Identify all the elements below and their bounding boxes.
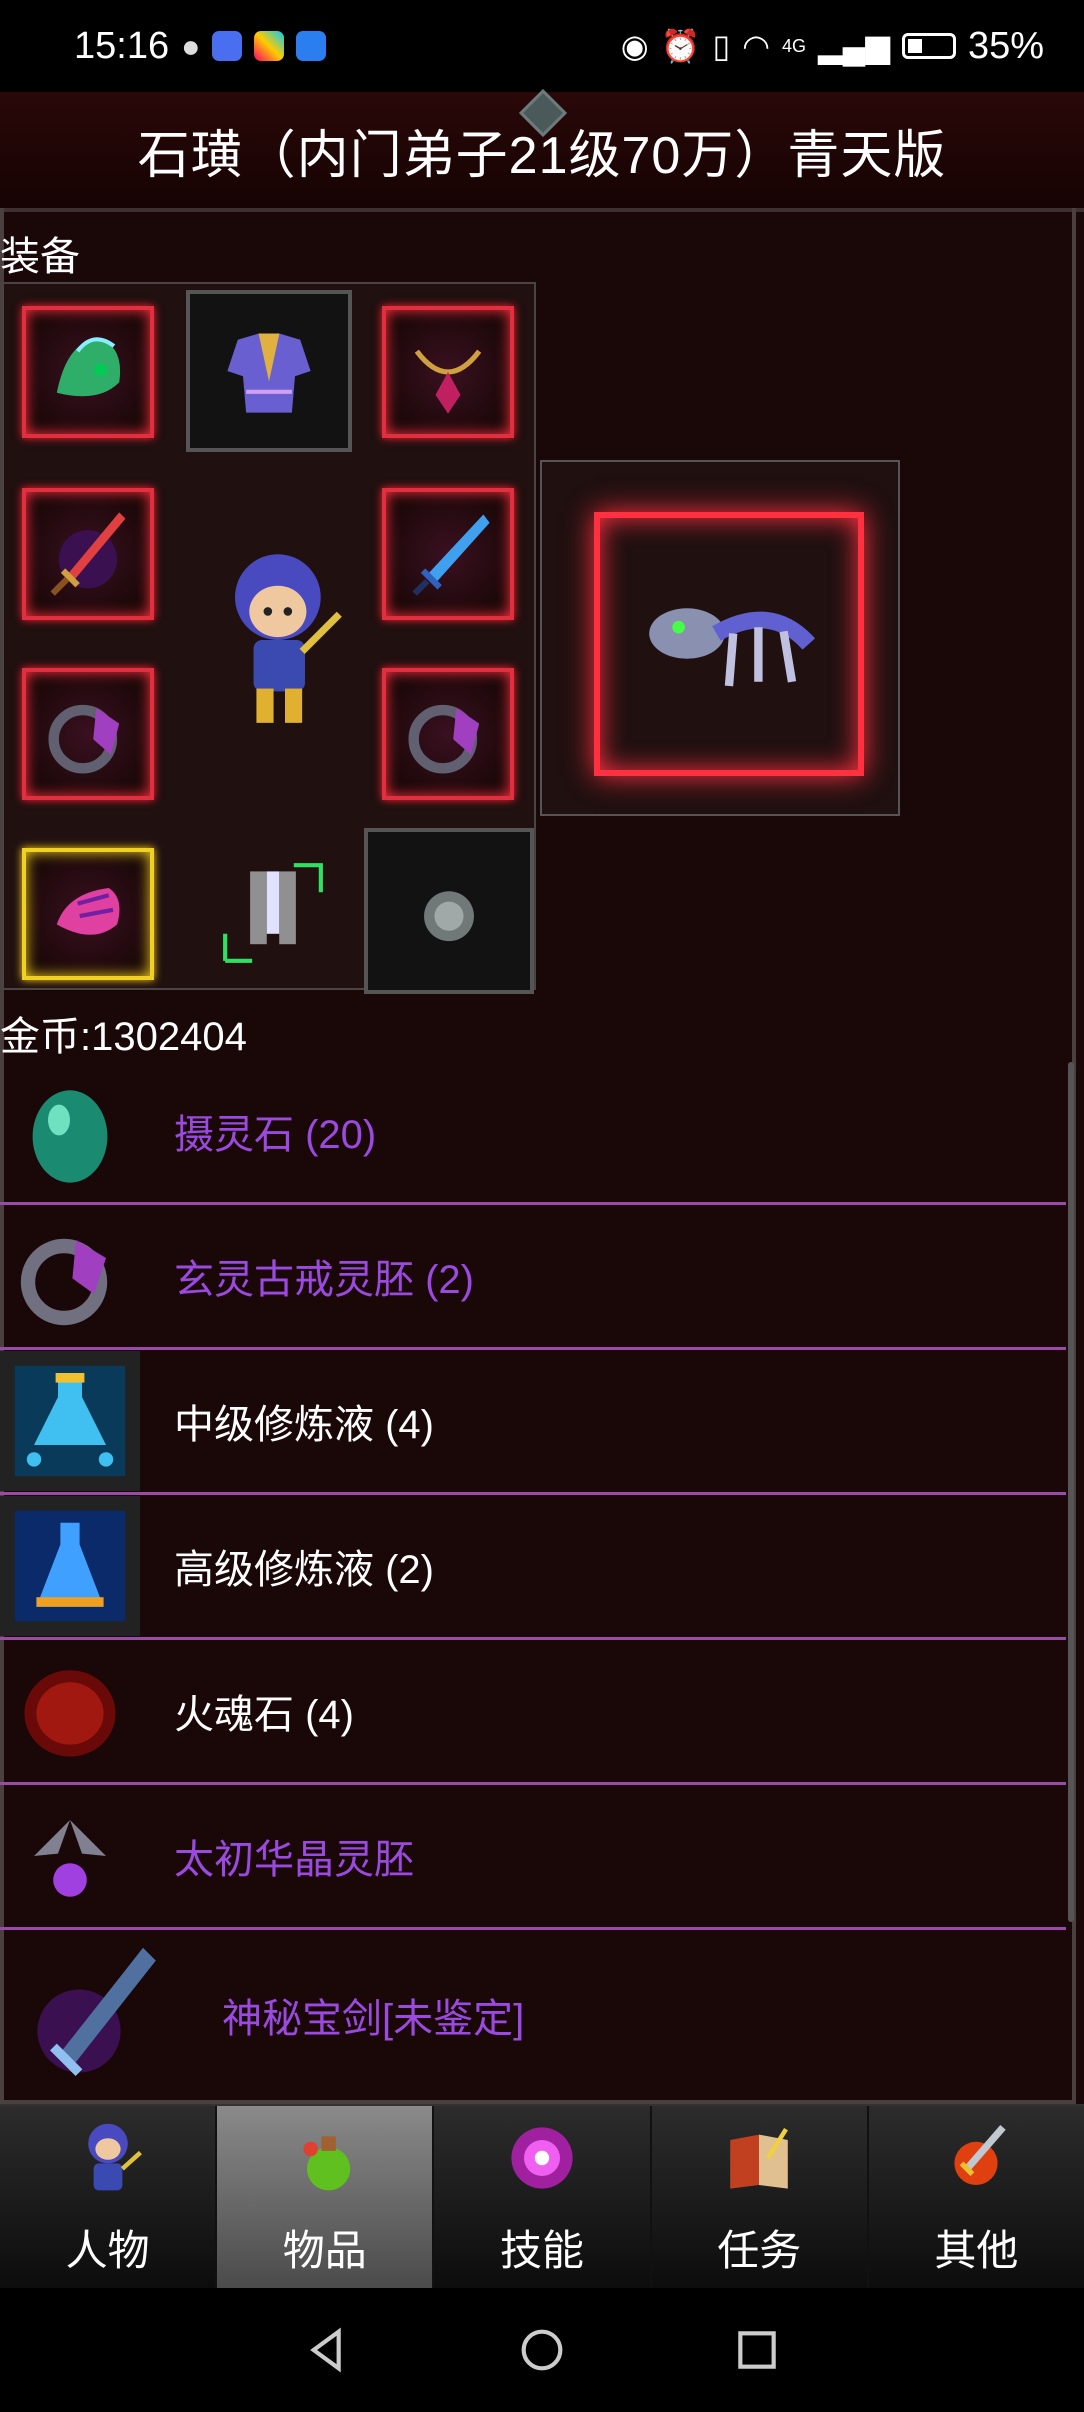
- winged-crystal-icon: [0, 1786, 140, 1926]
- item-name: 高级修炼液 (2): [174, 1548, 434, 1592]
- item-name: 太初华晶灵胚: [174, 1838, 414, 1882]
- battery-icon: [901, 33, 956, 59]
- pet-slot[interactable]: [540, 460, 900, 816]
- tab-character[interactable]: 人物: [0, 2106, 218, 2290]
- recents-button[interactable]: [727, 2320, 787, 2380]
- tab-label: 技能: [500, 2227, 585, 2274]
- equip-slot-gloves[interactable]: [22, 848, 154, 980]
- items-potion-icon: [303, 2136, 350, 2191]
- green-helmet-icon: [56, 337, 121, 397]
- tab-label: 任务: [717, 2227, 802, 2274]
- list-item[interactable]: 高级修炼液 (2): [0, 1495, 1066, 1640]
- home-circle-icon: [521, 2329, 563, 2371]
- sword-icon: [0, 1930, 190, 2100]
- inventory-list[interactable]: 摄灵石 (20) 玄灵古戒灵胚 (2) 中级修炼液 (4) 高级修炼液 (2) …: [0, 1060, 1066, 2104]
- signal-icon: ▂▄▆: [818, 28, 890, 64]
- wechat-icon: ●: [181, 27, 201, 64]
- tab-skills[interactable]: 技能: [434, 2106, 652, 2290]
- list-item[interactable]: 火魂石 (4): [0, 1640, 1066, 1785]
- gray-stone-icon: [424, 891, 474, 942]
- ring-icon: [0, 1206, 140, 1346]
- gallery-app-icon: [254, 31, 285, 61]
- tab-other[interactable]: 其他: [869, 2106, 1084, 2290]
- red-sword-icon: [50, 512, 126, 596]
- tab-items[interactable]: 物品: [217, 2106, 435, 2290]
- equipment-section-label: 装备: [0, 235, 80, 279]
- list-item[interactable]: 摄灵石 (20): [0, 1060, 1066, 1205]
- system-nav-bar: [0, 2288, 1084, 2412]
- quest-book-icon: [730, 2128, 789, 2189]
- item-name: 中级修炼液 (4): [174, 1403, 434, 1447]
- weather-app-icon: [296, 31, 327, 61]
- teal-egg-stone-icon: [0, 1061, 140, 1201]
- eye-icon: ◉: [620, 28, 649, 64]
- pink-gloves-icon: [56, 888, 120, 935]
- wifi-icon: ◠: [742, 28, 771, 64]
- list-item[interactable]: 中级修炼液 (4): [0, 1350, 1066, 1495]
- home-button[interactable]: [512, 2320, 572, 2380]
- equip-slot-boots[interactable]: [200, 840, 346, 986]
- equip-slot-armor[interactable]: [186, 290, 352, 452]
- network-type-label: 4G: [782, 35, 807, 56]
- other-sword-icon: [954, 2125, 1007, 2185]
- back-button[interactable]: [297, 2320, 357, 2380]
- tab-label: 人物: [65, 2227, 150, 2274]
- vibrate-icon: ▯: [712, 28, 731, 64]
- recents-square-icon: [737, 2331, 776, 2369]
- equip-slot-accessory[interactable]: [364, 828, 534, 994]
- character-icon: [87, 2123, 142, 2191]
- status-bar: 15:16 ● ◉ ⏰ ▯ ◠ 4G ▂▄▆ 35%: [0, 0, 1084, 92]
- screen: 15:16 ● ◉ ⏰ ▯ ◠ 4G ▂▄▆ 35% 石璜（内门弟子21级70万…: [0, 0, 1084, 2412]
- equip-slot-weapon-left[interactable]: [22, 488, 154, 620]
- status-time: 15:16: [74, 24, 170, 67]
- item-name: 神秘宝剑[未鉴定]: [222, 1997, 525, 2041]
- armored-boots-icon: [223, 863, 323, 963]
- back-triangle-icon: [310, 2327, 342, 2373]
- item-name: 玄灵古戒灵胚 (2): [174, 1258, 474, 1302]
- blue-potion-icon: [0, 1496, 140, 1636]
- equip-slot-ring-left[interactable]: [22, 668, 154, 800]
- character-portrait: [235, 554, 342, 723]
- item-name: 摄灵石 (20): [174, 1113, 377, 1157]
- battery-percent: 35%: [967, 24, 1044, 67]
- item-name: 火魂石 (4): [174, 1693, 354, 1737]
- skeletal-beast-pet-icon: [649, 608, 816, 687]
- purple-ring-icon: [408, 704, 480, 774]
- blue-sword-icon: [412, 514, 490, 596]
- music-app-icon: [212, 31, 243, 61]
- red-fire-stone-icon: [0, 1641, 140, 1781]
- potion-flask-icon: [0, 1351, 140, 1491]
- equip-slot-helmet[interactable]: [22, 306, 154, 438]
- list-item[interactable]: 玄灵古戒灵胚 (2): [0, 1205, 1066, 1350]
- bottom-tab-bar: 人物 物品 技能 任务 其他: [0, 2104, 1084, 2290]
- robe-armor-icon: [227, 333, 311, 413]
- tab-label: 物品: [282, 2227, 367, 2274]
- status-bar-left: 15:16 ●: [74, 24, 327, 68]
- list-item[interactable]: 太初华晶灵胚: [0, 1785, 1066, 1930]
- equip-slot-ring-right[interactable]: [382, 668, 514, 800]
- title-bar: 石璜（内门弟子21级70万）青天版: [0, 88, 1084, 212]
- tab-label: 其他: [934, 2227, 1019, 2274]
- pet-slot-frame: [594, 512, 864, 776]
- gold-amount: 金币:1302404: [0, 1015, 247, 1059]
- tab-quests[interactable]: 任务: [652, 2106, 869, 2290]
- skill-swirl-icon: [511, 2127, 573, 2189]
- inventory-scrollbar[interactable]: [1068, 1062, 1074, 1922]
- necklace-icon: [414, 349, 482, 414]
- list-item[interactable]: 神秘宝剑[未鉴定]: [0, 1930, 1066, 2100]
- status-bar-right: ◉ ⏰ ▯ ◠ 4G ▂▄▆ 35%: [621, 25, 1044, 68]
- purple-ring-icon: [48, 704, 120, 774]
- equip-slot-necklace[interactable]: [382, 306, 514, 438]
- equip-slot-weapon-right[interactable]: [382, 488, 514, 620]
- alarm-icon: ⏰: [660, 28, 701, 64]
